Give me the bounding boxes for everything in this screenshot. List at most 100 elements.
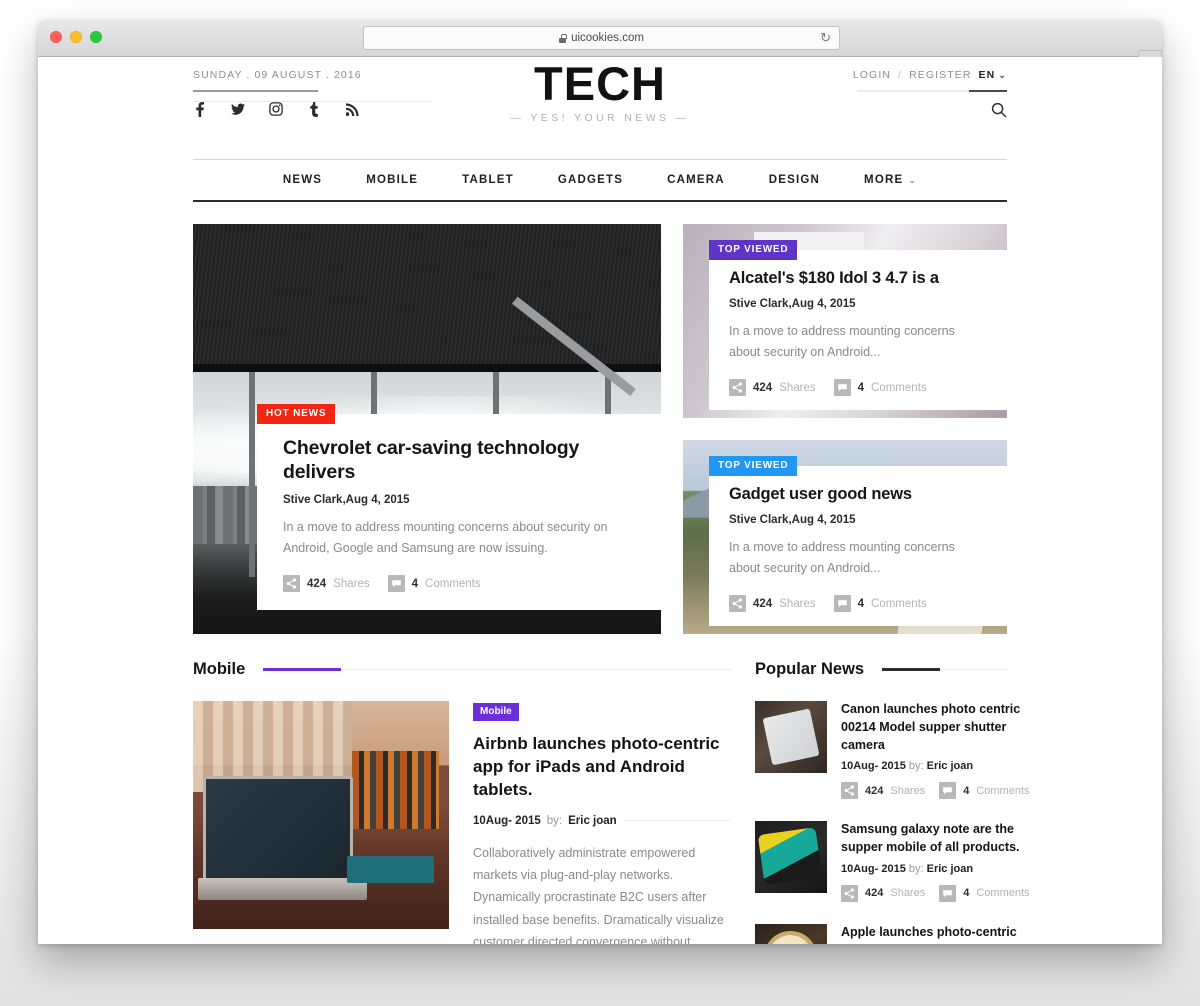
mobile-section: Mobile Mobile Airbnb launches photo-cent… xyxy=(193,660,731,944)
share-icon xyxy=(729,595,746,613)
comments-count: 4 xyxy=(411,577,419,590)
comments-label: Comments xyxy=(976,784,1030,797)
popular-item-title[interactable]: Canon launches photo centric 00214 Model… xyxy=(841,701,1030,754)
comments-stat[interactable]: 4 Comments xyxy=(939,782,1030,800)
nav-item-camera[interactable]: CAMERA xyxy=(645,174,747,186)
popular-item-image xyxy=(755,701,827,773)
shares-count: 424 xyxy=(865,784,884,797)
popular-item-image xyxy=(755,923,827,944)
shares-label: Shares xyxy=(333,577,370,590)
hero-side-title[interactable]: Gadget user good news xyxy=(729,484,989,505)
nav-item-news[interactable]: NEWS xyxy=(261,174,344,186)
maximize-window-button[interactable] xyxy=(90,31,102,43)
login-link[interactable]: LOGIN xyxy=(853,69,891,81)
nav-item-more[interactable]: MORE ⌄ xyxy=(842,174,939,186)
by-label: by: xyxy=(908,760,924,773)
hero-side-card[interactable]: TOP VIEWED Gadget user good news Stive C… xyxy=(683,440,1007,634)
nav-item-design[interactable]: DESIGN xyxy=(747,174,842,186)
article-date: 10Aug- 2015 xyxy=(473,814,541,827)
shares-stat[interactable]: 424 Shares xyxy=(841,782,925,800)
nav-label: NEWS xyxy=(282,174,323,186)
popular-item-meta: 10Aug- 2015 by: Eric joan xyxy=(841,760,1030,772)
hero-featured-caption: HOT NEWS Chevrolet car-saving technology… xyxy=(257,403,661,610)
hero-side-excerpt: In a move to address mounting concerns a… xyxy=(729,323,955,359)
nav-label: MORE xyxy=(864,174,904,186)
comments-label: Comments xyxy=(871,381,927,394)
instagram-icon[interactable] xyxy=(269,101,283,117)
reload-icon[interactable]: ↻ xyxy=(820,31,831,45)
minimize-window-button[interactable] xyxy=(70,31,82,43)
facebook-icon[interactable] xyxy=(193,101,207,117)
by-label: by: xyxy=(908,862,924,875)
popular-item-stats: 424 Shares 4 Comments xyxy=(841,884,1030,902)
share-icon xyxy=(283,575,300,592)
comments-stat[interactable]: 4 Comments xyxy=(387,575,481,592)
hero-side-card[interactable]: TOP VIEWED Alcatel's $180 Idol 3 4.7 is … xyxy=(683,224,1007,418)
hero-section: HOT NEWS Chevrolet car-saving technology… xyxy=(193,224,1007,634)
language-selector[interactable]: EN ⌄ xyxy=(979,69,1007,81)
tumblr-icon[interactable] xyxy=(307,101,321,117)
register-link[interactable]: REGISTER xyxy=(909,69,971,81)
nav-label: CAMERA xyxy=(667,174,725,186)
window-controls[interactable] xyxy=(50,31,102,43)
address-bar[interactable]: uicookies.com ↻ xyxy=(363,26,840,50)
hero-side-meta: Stive Clark,Aug 4, 2015 xyxy=(729,513,856,526)
brand-title: TECH xyxy=(534,57,666,110)
shares-stat[interactable]: 424 Shares xyxy=(841,884,925,902)
twitter-icon[interactable] xyxy=(231,101,245,117)
article-author[interactable]: Eric joan xyxy=(568,815,617,827)
page-viewport: SUNDAY . 09 AUGUST . 2016 TECH — YES! YO… xyxy=(38,57,1162,944)
browser-titlebar: uicookies.com ↻ + xyxy=(38,20,1162,78)
close-window-button[interactable] xyxy=(50,31,62,43)
category-tag[interactable]: Mobile xyxy=(473,703,519,721)
article-date: 10Aug- 2015 xyxy=(841,862,906,875)
url-text: uicookies.com xyxy=(571,32,644,44)
search-icon[interactable] xyxy=(989,102,1007,120)
popular-news-section: Popular News Canon launches photo centri… xyxy=(755,660,1030,944)
hero-side-excerpt: In a move to address mounting concerns a… xyxy=(729,539,955,575)
account-area: LOGIN / REGISTER EN ⌄ xyxy=(853,69,1007,118)
comments-stat[interactable]: 4 Comments xyxy=(833,595,927,613)
hero-side-meta: Stive Clark,Aug 4, 2015 xyxy=(729,297,856,310)
mobile-article-body: Mobile Airbnb launches photo-centric app… xyxy=(473,701,731,944)
chevron-down-icon: ⌄ xyxy=(998,69,1007,80)
nav-label: GADGETS xyxy=(557,174,624,186)
list-item[interactable]: Samsung galaxy note are the supper mobil… xyxy=(755,821,1030,902)
status-badge: HOT NEWS xyxy=(257,403,336,424)
hero-featured-excerpt: In a move to address mounting concerns a… xyxy=(283,519,608,555)
comment-icon xyxy=(387,575,405,592)
nav-label: DESIGN xyxy=(768,174,821,186)
hero-featured-title[interactable]: Chevrolet car-saving technology delivers xyxy=(283,436,637,485)
article-author[interactable]: Eric joan xyxy=(927,863,973,875)
hero-side-caption: TOP VIEWED Gadget user good news Stive C… xyxy=(709,456,1007,627)
shares-stat[interactable]: 424 Shares xyxy=(729,595,816,613)
popular-item-title[interactable]: Samsung galaxy note are the supper mobil… xyxy=(841,821,1030,857)
shares-stat[interactable]: 424 Shares xyxy=(729,379,816,397)
popular-item-stats: 424 Shares 4 Comments xyxy=(841,782,1030,800)
popular-item-title[interactable]: Apple launches photo-centric wrist watch… xyxy=(841,924,1030,944)
shares-stat[interactable]: 424 Shares xyxy=(283,575,370,592)
nav-item-mobile[interactable]: MOBILE xyxy=(344,174,440,186)
nav-item-gadgets[interactable]: GADGETS xyxy=(536,174,645,186)
rss-icon[interactable] xyxy=(345,101,359,117)
site-brand[interactable]: TECH — YES! YOUR NEWS — xyxy=(510,57,689,124)
hero-side-title[interactable]: Alcatel's $180 Idol 3 4.7 is a xyxy=(729,268,989,289)
share-icon xyxy=(841,884,858,902)
comments-stat[interactable]: 4 Comments xyxy=(939,884,1030,902)
comments-label: Comments xyxy=(871,597,927,610)
list-item[interactable]: Canon launches photo centric 00214 Model… xyxy=(755,701,1030,800)
language-label: EN xyxy=(978,69,996,81)
account-separator: / xyxy=(898,69,903,81)
mobile-article[interactable]: Mobile Airbnb launches photo-centric app… xyxy=(193,701,731,944)
site-root: SUNDAY . 09 AUGUST . 2016 TECH — YES! YO… xyxy=(38,57,1162,944)
hero-featured-card[interactable]: HOT NEWS Chevrolet car-saving technology… xyxy=(193,224,661,634)
article-author[interactable]: Eric joan xyxy=(927,760,973,772)
list-item[interactable]: Apple launches photo-centric wrist watch… xyxy=(755,923,1017,944)
mobile-article-title[interactable]: Airbnb launches photo-centric app for iP… xyxy=(473,733,731,802)
nav-item-tablet[interactable]: TABLET xyxy=(440,174,536,186)
popular-item-image xyxy=(755,821,827,894)
date-column: SUNDAY . 09 AUGUST . 2016 xyxy=(193,69,433,102)
hero-side-stats: 424 Shares 4 Comments xyxy=(729,595,989,613)
social-links[interactable] xyxy=(193,101,359,117)
comments-stat[interactable]: 4 Comments xyxy=(833,379,927,397)
